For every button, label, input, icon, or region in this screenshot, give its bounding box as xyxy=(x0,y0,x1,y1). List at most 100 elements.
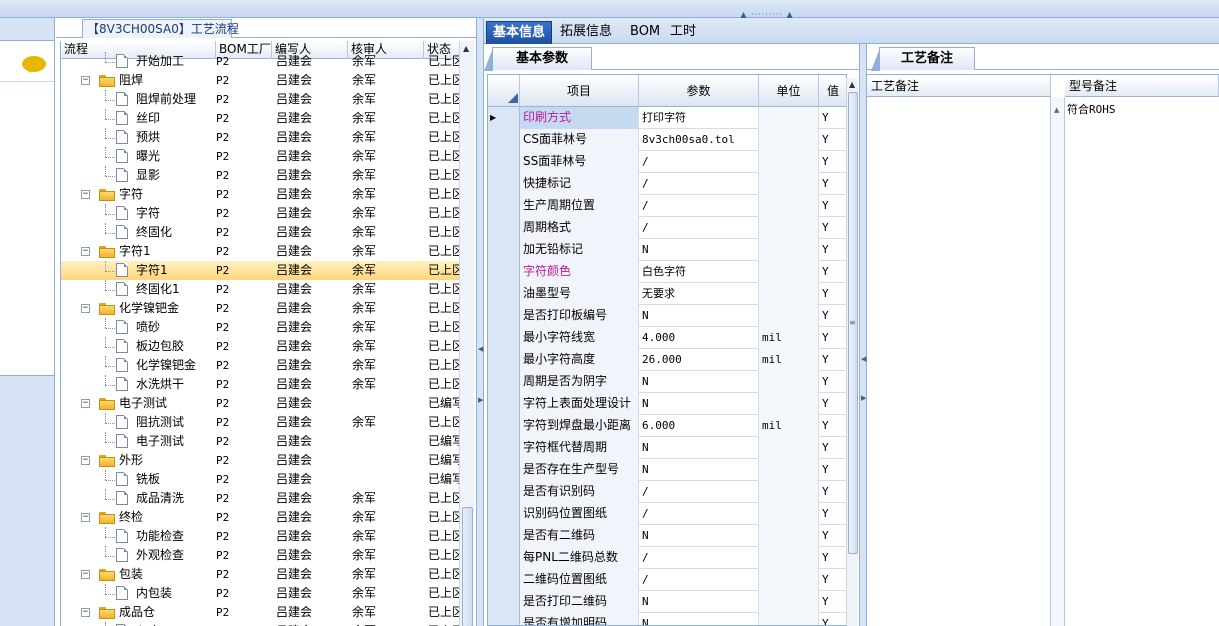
tree-row[interactable]: 入库 P2 吕建会余军已上区 xyxy=(61,622,461,626)
tree-row[interactable]: 化学镍钯金 P2 吕建会 余军 已上区 xyxy=(61,356,461,375)
tree-row[interactable]: 水洗烘干 P2 吕建会 余军 已上区 xyxy=(61,375,461,394)
splitter-left-arrow-icon[interactable]: ◀ xyxy=(478,345,483,353)
collapse-toggle-icon[interactable]: − xyxy=(81,190,90,199)
collapse-toggle-icon[interactable]: − xyxy=(81,247,90,256)
params-row[interactable]: 字符上表面处理设计 N Y xyxy=(488,393,846,415)
param-value[interactable]: N xyxy=(639,393,759,415)
param-value[interactable]: 打印字符 xyxy=(639,107,759,129)
collapse-toggle-icon[interactable]: − xyxy=(81,456,90,465)
scroll-up-icon[interactable]: ▲ xyxy=(463,44,469,53)
tree-row[interactable]: − 电子测试 P2 吕建会 已编写 xyxy=(61,394,461,413)
tree-row[interactable]: 字符 P2 吕建会 余军 已上区 xyxy=(61,204,461,223)
params-column-header[interactable]: 值 xyxy=(819,75,846,107)
param-value[interactable]: 8v3ch00sa0.tol xyxy=(639,129,759,151)
param-value[interactable]: / xyxy=(639,569,759,591)
params-row[interactable]: 快捷标记 / Y xyxy=(488,173,846,195)
params-row[interactable]: 是否有识别码 / Y xyxy=(488,481,846,503)
tree-row[interactable]: 曝光 P2 吕建会 余军 已上区 xyxy=(61,147,461,166)
tree-row[interactable]: 内包装 P2 吕建会 余军 已上区 xyxy=(61,584,461,603)
tree-row[interactable]: 终固化 P2 吕建会 余军 已上区 xyxy=(61,223,461,242)
params-row[interactable]: 是否存在生产型号 N Y xyxy=(488,459,846,481)
tree-row[interactable]: − 阻焊 P2 吕建会 余军 已上区 xyxy=(61,71,461,90)
params-row[interactable]: 是否有增加明码 N Y xyxy=(488,613,846,625)
tree-row[interactable]: − 成品仓 P2 吕建会 余军 已上区 xyxy=(61,603,461,622)
collapse-toggle-icon[interactable]: − xyxy=(81,304,90,313)
param-value[interactable]: / xyxy=(639,217,759,239)
params-row[interactable]: 最小字符高度 26.000 mil Y xyxy=(488,349,846,371)
params-row[interactable]: 每PNL二维码总数 / Y xyxy=(488,547,846,569)
params-column-header[interactable]: 项目 xyxy=(520,75,639,107)
param-value[interactable]: 无要求 xyxy=(639,283,759,305)
params-row[interactable]: SS面菲林号 / Y xyxy=(488,151,846,173)
tree-row[interactable]: 阻焊前处理 P2 吕建会 余军 已上区 xyxy=(61,90,461,109)
chat-bubble-icon[interactable] xyxy=(22,56,46,73)
params-row[interactable]: 是否打印二维码 N Y xyxy=(488,591,846,613)
collapse-toggle-icon[interactable]: − xyxy=(81,399,90,408)
param-value[interactable]: N xyxy=(639,525,759,547)
tree-row[interactable]: 开始加工 P2 吕建会 余军 已上区 xyxy=(61,52,461,71)
params-row[interactable]: 识别码位置图纸 / Y xyxy=(488,503,846,525)
tree-row[interactable]: − 终检 P2 吕建会 余军 已上区 xyxy=(61,508,461,527)
tree-row[interactable]: 外观检查 P2 吕建会 余军 已上区 xyxy=(61,546,461,565)
params-row[interactable]: CS面菲林号 8v3ch00sa0.tol Y xyxy=(488,129,846,151)
collapse-toggle-icon[interactable]: − xyxy=(81,513,90,522)
tree-scrollbar[interactable]: ▲ xyxy=(459,41,474,626)
collapse-toggle-icon[interactable]: − xyxy=(81,76,90,85)
main-tab[interactable]: 工时 xyxy=(664,21,702,44)
params-row[interactable]: 字符框代替周期 N Y xyxy=(488,437,846,459)
tree-row[interactable]: 板边包胶 P2 吕建会 余军 已上区 xyxy=(61,337,461,356)
collapse-toggle-icon[interactable]: − xyxy=(81,608,90,617)
scroll-up-icon[interactable]: ▲ xyxy=(849,80,855,89)
params-row[interactable]: 周期格式 / Y xyxy=(488,217,846,239)
tree-row[interactable]: − 外形 P2 吕建会 已编写 xyxy=(61,451,461,470)
model-notes-column-header[interactable]: 型号备注 xyxy=(1065,75,1219,97)
param-value[interactable]: N xyxy=(639,591,759,613)
param-value[interactable]: 白色字符 xyxy=(639,261,759,283)
tab-process-notes[interactable]: 工艺备注 xyxy=(871,47,975,71)
tree-row[interactable]: 阻抗测试 P2 吕建会 余军 已上区 xyxy=(61,413,461,432)
tree-row[interactable]: − 包装 P2 吕建会 余军 已上区 xyxy=(61,565,461,584)
params-row[interactable]: 二维码位置图纸 / Y xyxy=(488,569,846,591)
scroll-up-icon[interactable]: ▲ xyxy=(1054,106,1059,114)
params-scrollbar[interactable]: ▲ ≡ xyxy=(846,78,858,626)
params-row[interactable]: 最小字符线宽 4.000 mil Y xyxy=(488,327,846,349)
params-row[interactable]: 油墨型号 无要求 Y xyxy=(488,283,846,305)
tree-row[interactable]: 字符1 P2 吕建会 余军 已上区 xyxy=(61,261,461,280)
tree-row[interactable]: − 化学镍钯金 P2 吕建会 余军 已上区 xyxy=(61,299,461,318)
param-value[interactable]: N xyxy=(639,459,759,481)
params-column-header[interactable]: 参数 xyxy=(639,75,759,107)
main-tab[interactable]: 拓展信息 xyxy=(554,21,618,44)
param-value[interactable]: N xyxy=(639,305,759,327)
params-row[interactable]: ▶ 印刷方式 打印字符 Y xyxy=(488,107,846,129)
params-row[interactable]: 字符颜色 白色字符 Y xyxy=(488,261,846,283)
notes-scrollbar[interactable]: ▲ xyxy=(1051,97,1065,626)
tree-row[interactable]: 终固化1 P2 吕建会 余军 已上区 xyxy=(61,280,461,299)
tree-row[interactable]: − 字符 P2 吕建会 余军 已上区 xyxy=(61,185,461,204)
model-notes-field[interactable]: 符合ROHS xyxy=(1065,97,1219,626)
tree-row[interactable]: 预烘 P2 吕建会 余军 已上区 xyxy=(61,128,461,147)
tree-row[interactable]: 功能检查 P2 吕建会 余军 已上区 xyxy=(61,527,461,546)
param-value[interactable]: 4.000 xyxy=(639,327,759,349)
param-value[interactable]: / xyxy=(639,173,759,195)
params-row[interactable]: 是否有二维码 N Y xyxy=(488,525,846,547)
params-row[interactable]: 加无铅标记 N Y xyxy=(488,239,846,261)
tree-row[interactable]: − 字符1 P2 吕建会 余军 已上区 xyxy=(61,242,461,261)
param-value[interactable]: / xyxy=(639,503,759,525)
main-tab[interactable]: BOM xyxy=(624,21,666,44)
param-value[interactable]: N xyxy=(639,371,759,393)
tree-row[interactable]: 铣板 P2 吕建会 已编写 xyxy=(61,470,461,489)
tree-row[interactable]: 成品清洗 P2 吕建会 余军 已上区 xyxy=(61,489,461,508)
params-row[interactable]: 字符到焊盘最小距离 6.000 mil Y xyxy=(488,415,846,437)
param-value[interactable]: 6.000 xyxy=(639,415,759,437)
params-row[interactable]: 是否打印板编号 N Y xyxy=(488,305,846,327)
param-value[interactable]: N xyxy=(639,239,759,261)
process-notes-field[interactable] xyxy=(867,97,1051,626)
tree-scroll-thumb[interactable] xyxy=(462,507,473,626)
collapse-toggle-icon[interactable]: − xyxy=(81,570,90,579)
vertical-splitter[interactable]: ◀ ▶ xyxy=(476,18,484,626)
tree-row[interactable]: 丝印 P2 吕建会 余军 已上区 xyxy=(61,109,461,128)
param-value[interactable]: N xyxy=(639,613,759,625)
tree-row[interactable]: 喷砂 P2 吕建会 余军 已上区 xyxy=(61,318,461,337)
vertical-splitter-2[interactable]: ◀ ▶ xyxy=(859,44,867,626)
param-value[interactable]: / xyxy=(639,481,759,503)
